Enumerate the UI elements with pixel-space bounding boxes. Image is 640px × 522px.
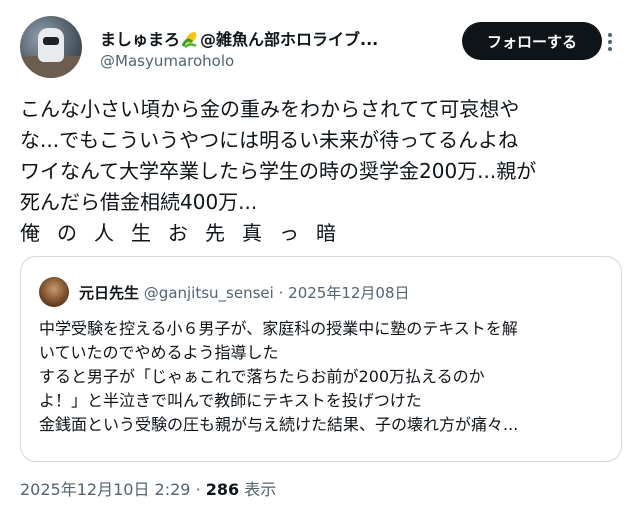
tweet-text: こんな小さい頃から金の重みをわからされてて可哀想や な...でもこういうやつには…	[20, 94, 620, 249]
quote-line: 金銭面という受験の圧も親が与え続けた結果、子の壊れ方が痛々...	[39, 415, 519, 434]
tweet-line: こんな小さい頃から金の重みをわからされてて可哀想や	[20, 97, 520, 121]
quote-text: 中学受験を控える小６男子が、家庭科の授業中に塾のテキストを解 いていたのでやめる…	[39, 317, 609, 437]
tweet-line: な...でもこういうやつには明るい未来が待ってるんよね	[20, 128, 519, 152]
quote-meta: 元日先生 @ganjitsu_sensei · 2025年12月08日	[79, 282, 410, 303]
quoted-tweet[interactable]: 元日先生 @ganjitsu_sensei · 2025年12月08日 中学受験…	[20, 256, 622, 462]
more-options-icon[interactable]	[602, 30, 618, 54]
tweet-line: 俺の人生お先真っ暗	[20, 221, 353, 245]
corn-emoji-icon	[181, 30, 199, 49]
quote-line: よ！」と半泣きで叫んで教師にテキストを投げつけた	[39, 391, 422, 410]
tweet-timestamp[interactable]: 2025年12月10日 2:29	[20, 480, 190, 499]
author-avatar[interactable]	[20, 16, 82, 78]
follow-button[interactable]: フォローする	[462, 22, 602, 60]
quote-line: いていたのでやめるよう指導した	[39, 343, 279, 362]
footer-separator: ·	[195, 480, 201, 499]
quote-author-avatar	[39, 277, 69, 307]
quote-author-name: 元日先生	[79, 284, 140, 302]
quote-separator: ·	[278, 284, 284, 302]
tweet-line: ワイなんて大学卒業したら学生の時の奨学金200万...親が	[20, 159, 537, 183]
tweet-line: 死んだら借金相続400万...	[20, 190, 258, 214]
avatar-figure	[38, 28, 64, 62]
tweet-header: ましゅまろ @雑魚ん部ホロライブ... @Masyumaroholo フォローする	[20, 16, 620, 80]
author-handle[interactable]: @Masyumaroholo	[100, 52, 234, 70]
quote-date: 2025年12月08日	[288, 284, 410, 302]
views-label: 表示	[244, 480, 277, 499]
quote-line: 中学受験を控える小６男子が、家庭科の授業中に塾のテキストを解	[39, 319, 518, 338]
quote-line: すると男子が「じゃぁこれで落ちたらお前が200万払えるのか	[39, 367, 485, 386]
views-count: 286	[205, 480, 240, 499]
quote-author-handle: @ganjitsu_sensei	[143, 284, 274, 302]
author-name-suffix: @雑魚ん部ホロライブ...	[200, 30, 379, 49]
tweet-footer: 2025年12月10日 2:29 · 286 表示	[20, 476, 276, 500]
author-name[interactable]: ましゅまろ @雑魚ん部ホロライブ...	[100, 26, 418, 50]
author-name-prefix: ましゅまろ	[100, 30, 181, 49]
